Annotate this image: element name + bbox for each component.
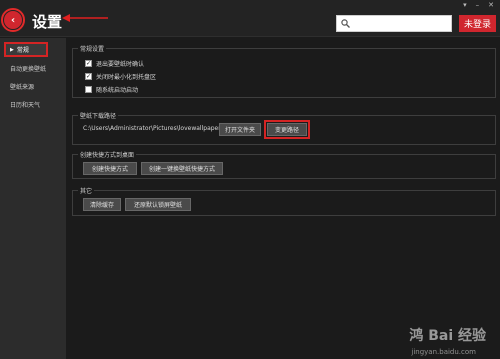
settings-content: 常规设置 ✓ 退出要壁纸时确认 ✓ 关闭时最小化到托盘区 随系统启动启动 壁纸下… [66,38,500,359]
checkbox-checked[interactable]: ✓ [85,60,92,67]
open-folder-button[interactable]: 打开文件夹 [219,123,261,136]
sidebar-item-label: 日历和天气 [10,102,41,109]
page-title: 设置 [32,13,63,31]
sidebar-item-label: 常规 [16,47,29,54]
sidebar-item-calendar-weather[interactable]: 日历和天气 [0,97,66,112]
clear-cache-button[interactable]: 清除缓存 [83,198,121,211]
chevron-left-icon: ‹ [10,14,16,26]
back-button[interactable]: ‹ [1,8,25,32]
minimize-icon[interactable]: – [476,1,480,9]
triangle-right-icon: ▶ [10,46,14,53]
option-label: 关闭时最小化到托盘区 [96,74,157,81]
group-title: 壁纸下载路径 [78,111,119,120]
checkbox-checked[interactable]: ✓ [85,73,92,80]
create-shortcut-button[interactable]: 创建快捷方式 [83,162,137,175]
shortcut-group: 创建快捷方式到桌面 创建快捷方式 创建一键换壁纸快捷方式 [72,150,496,179]
annotation-arrow-icon [62,14,108,22]
option-confirm-exit[interactable]: ✓ 退出要壁纸时确认 [85,59,144,68]
general-settings-group: 常规设置 ✓ 退出要壁纸时确认 ✓ 关闭时最小化到托盘区 随系统启动启动 [72,44,496,98]
restore-lock-wallpaper-button[interactable]: 还原默认锁屏壁纸 [125,198,191,211]
download-path-value: C:\Users\Administrator\Pictures\lovewall… [83,125,221,132]
change-path-button[interactable]: 变更路径 [264,120,310,139]
sidebar-item-auto-change[interactable]: 自动更换壁纸 [0,61,66,76]
sidebar: ▶ 常规 自动更换壁纸 壁纸来源 日历和天气 [0,38,66,359]
other-group: 其它 清除缓存 还原默认锁屏壁纸 [72,186,496,216]
window-controls: ▾ – ✕ [463,1,494,9]
download-path-group: 壁纸下载路径 C:\Users\Administrator\Pictures\l… [72,111,496,145]
group-title: 创建快捷方式到桌面 [78,150,137,159]
watermark-logo: 鸿 Bai 经验 [409,328,486,344]
sidebar-item-label: 壁纸来源 [10,84,35,91]
checkbox-unchecked[interactable] [85,86,92,93]
watermark-url: jingyan.baidu.com [411,348,476,356]
top-bar: ‹ 设置 ▾ – ✕ 未登录 [0,0,500,37]
option-label: 随系统启动启动 [96,87,139,94]
search-box[interactable] [336,15,452,32]
sidebar-item-source[interactable]: 壁纸来源 [0,79,66,94]
sidebar-item-general[interactable]: ▶ 常规 [4,42,48,57]
close-icon[interactable]: ✕ [488,1,494,9]
group-title: 常规设置 [78,44,107,53]
option-label: 退出要壁纸时确认 [96,61,145,68]
option-run-on-startup[interactable]: 随系统启动启动 [85,85,138,94]
create-switch-shortcut-button[interactable]: 创建一键换壁纸快捷方式 [141,162,223,175]
search-input[interactable] [349,16,445,31]
option-minimize-to-tray[interactable]: ✓ 关闭时最小化到托盘区 [85,72,156,81]
menu-dropdown-icon[interactable]: ▾ [463,1,467,9]
search-icon [341,19,350,28]
login-button[interactable]: 未登录 [459,15,496,32]
sidebar-item-label: 自动更换壁纸 [10,66,47,73]
group-title: 其它 [78,186,95,195]
